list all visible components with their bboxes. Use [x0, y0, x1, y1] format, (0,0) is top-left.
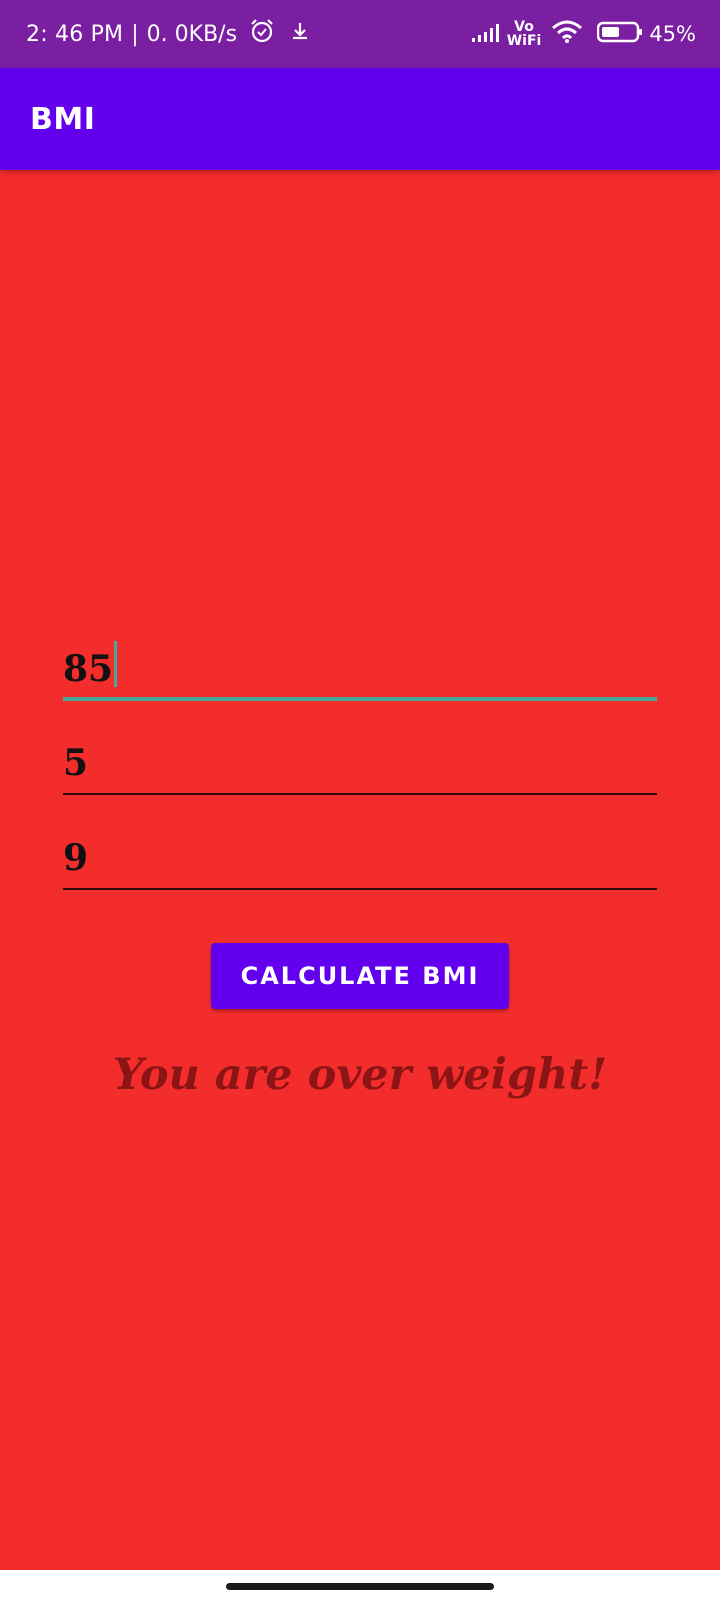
weight-input-value: 85 [63, 648, 114, 690]
home-indicator[interactable] [226, 1583, 494, 1590]
network-speed: 0. 0KB/s [146, 21, 238, 47]
bmi-result-message: You are over weight! [112, 1050, 608, 1100]
height-inches-input-underline [63, 888, 657, 890]
status-separator: | [131, 21, 139, 47]
height-feet-input[interactable]: 5 [63, 735, 657, 795]
weight-input[interactable]: 85 [63, 641, 657, 701]
app-bar: BMI [0, 68, 720, 170]
status-time: 2: 46 PM [26, 21, 124, 47]
weight-input-value-wrap: 85 [63, 641, 118, 690]
download-icon [289, 20, 311, 48]
status-right: Vo WiFi 45% [461, 0, 696, 78]
vo-label: Vo [514, 19, 534, 35]
battery-icon [597, 21, 643, 48]
calculate-bmi-button[interactable]: CALCULATE BMI [211, 943, 509, 1009]
app-title: BMI [30, 101, 96, 137]
height-inches-input-value: 9 [63, 837, 89, 879]
status-bar: 2: 46 PM | 0. 0KB/s Vo WiFi 45% [0, 0, 720, 68]
wifi-icon [551, 20, 583, 49]
alarm-icon [249, 18, 275, 50]
weight-input-underline [63, 697, 657, 701]
signal-icon [471, 21, 501, 48]
text-cursor [114, 641, 118, 687]
height-feet-input-value: 5 [63, 742, 89, 784]
status-left: 2: 46 PM | 0. 0KB/s [26, 0, 311, 78]
height-inches-input[interactable]: 9 [63, 830, 657, 890]
height-feet-input-underline [63, 793, 657, 795]
navigation-bar [0, 1570, 720, 1600]
battery-percent: 45% [649, 22, 696, 46]
screen: 2: 46 PM | 0. 0KB/s Vo WiFi 45% BMI 85 5… [0, 0, 720, 1600]
vowifi-indicator: Vo WiFi [507, 20, 542, 48]
calculate-bmi-button-label: CALCULATE BMI [240, 962, 480, 990]
wifi-label: WiFi [506, 33, 542, 49]
